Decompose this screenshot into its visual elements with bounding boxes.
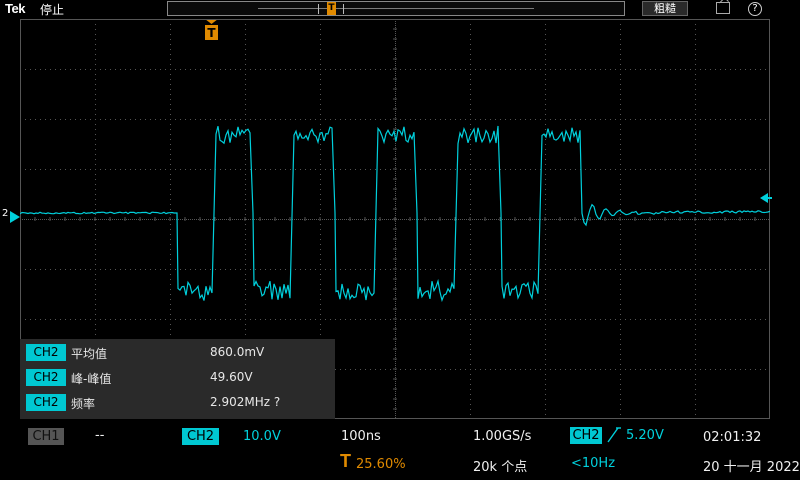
measurement-name: 平均值 bbox=[71, 345, 107, 362]
record-trigger-icon: T bbox=[327, 2, 336, 15]
measurement-panel: CH2 平均值 860.0mV CH2 峰-峰值 49.60V CH2 频率 2… bbox=[20, 339, 335, 419]
timebase-value[interactable]: 100ns bbox=[341, 429, 381, 444]
coarse-button[interactable]: 粗糙 bbox=[642, 1, 688, 16]
measurement-row-mean[interactable]: CH2 平均值 860.0mV bbox=[23, 342, 331, 362]
bottom-status-bar: CH1 -- CH2 10.0V 100ns 1.00GS/s CH2 5.20… bbox=[0, 420, 800, 480]
measurement-channel: CH2 bbox=[26, 344, 66, 361]
record-line bbox=[258, 8, 534, 9]
top-status-bar: Tek 停止 T 粗糙 ? bbox=[0, 0, 800, 18]
record-overview-bar[interactable]: T bbox=[167, 1, 625, 16]
ch2-scale[interactable]: 10.0V bbox=[243, 429, 281, 444]
ch1-badge[interactable]: CH1 bbox=[28, 428, 64, 445]
brand-logo: Tek bbox=[5, 1, 25, 16]
rising-edge-icon bbox=[607, 427, 621, 443]
trigger-level-marker[interactable] bbox=[760, 188, 772, 207]
measurement-channel: CH2 bbox=[26, 369, 66, 386]
trigger-level[interactable]: 5.20V bbox=[626, 428, 664, 443]
measurement-row-peak-to-peak[interactable]: CH2 峰-峰值 49.60V bbox=[23, 367, 331, 387]
measurement-name: 峰-峰值 bbox=[71, 370, 111, 387]
measurement-value: 2.902MHz ? bbox=[210, 395, 280, 409]
measurement-row-frequency[interactable]: CH2 频率 2.902MHz ? bbox=[23, 392, 331, 412]
measurement-value: 860.0mV bbox=[210, 345, 264, 359]
ch2-trace-line bbox=[20, 126, 770, 301]
trigger-frequency: <10Hz bbox=[571, 456, 615, 471]
trigger-position-percent[interactable]: 25.60% bbox=[356, 457, 406, 472]
record-length[interactable]: 20k 个点 bbox=[473, 456, 527, 475]
ch1-scale: -- bbox=[95, 428, 104, 443]
sample-rate: 1.00GS/s bbox=[473, 429, 531, 444]
ch2-badge[interactable]: CH2 bbox=[182, 428, 219, 445]
save-icon[interactable] bbox=[716, 2, 730, 14]
trigger-source-badge[interactable]: CH2 bbox=[570, 427, 602, 444]
measurement-value: 49.60V bbox=[210, 370, 253, 384]
ch2-marker-label: 2 bbox=[2, 208, 8, 219]
measurement-channel: CH2 bbox=[26, 394, 66, 411]
run-state-label: 停止 bbox=[40, 1, 64, 18]
clock-time: 02:01:32 bbox=[703, 430, 761, 445]
measurement-name: 频率 bbox=[71, 395, 95, 412]
help-icon[interactable]: ? bbox=[748, 2, 762, 16]
trigger-position-icon: T bbox=[340, 451, 351, 472]
date: 20 十一月 2022 bbox=[703, 456, 800, 475]
